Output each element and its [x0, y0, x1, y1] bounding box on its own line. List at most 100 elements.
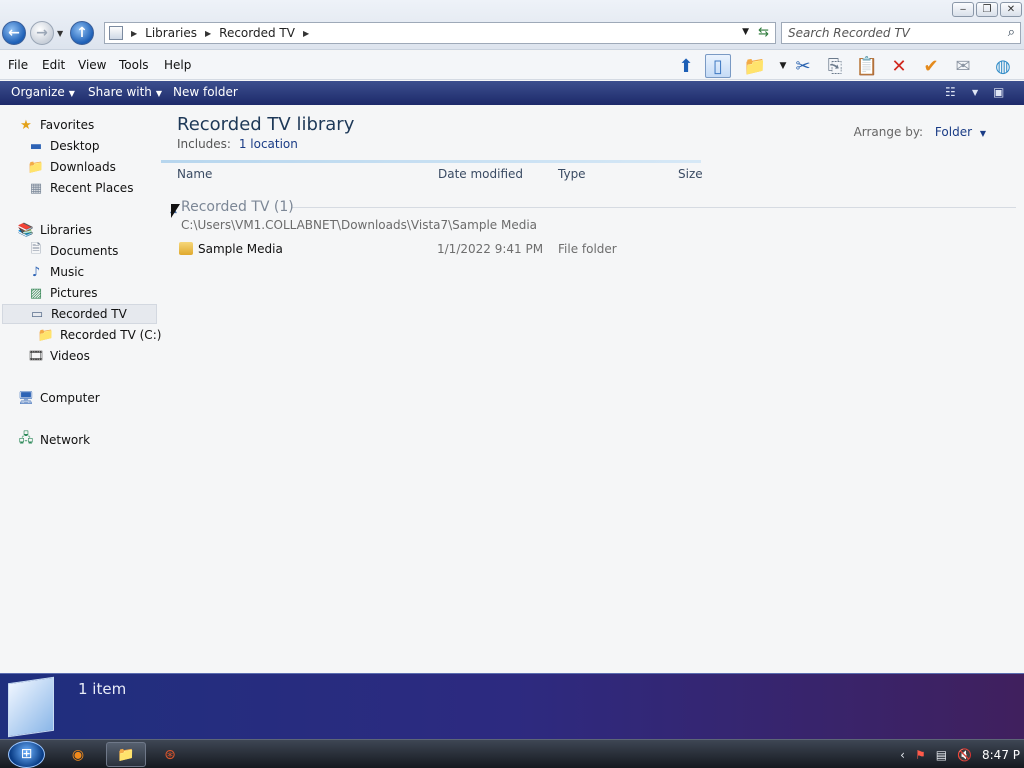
breadcrumb-libraries[interactable]: Libraries	[145, 26, 197, 40]
system-tray: ‹ ⚑ ▤ 🔇 8:47 P	[900, 740, 1024, 768]
nav-music-label: Music	[50, 265, 85, 279]
breadcrumb-separator-icon[interactable]: ▶	[303, 29, 309, 38]
new-folder-button[interactable]: New folder	[173, 85, 238, 99]
menu-edit[interactable]: Edit	[42, 58, 65, 72]
view-dropdown-icon[interactable]: ▼	[972, 88, 978, 97]
recent-places-icon: ▦	[29, 180, 43, 196]
media-player-icon[interactable]: ⊛	[150, 742, 190, 767]
address-bar[interactable]: ▶ Libraries ▶ Recorded TV ▶ ▼ ⇆	[104, 22, 776, 44]
nav-recent-places[interactable]: ▦ Recent Places	[28, 178, 134, 198]
music-icon: ♪	[31, 264, 41, 280]
group-divider	[291, 207, 1016, 208]
search-icon[interactable]: ⌕	[1008, 25, 1015, 40]
column-header-highlight	[161, 160, 701, 163]
organize-button[interactable]: Organize ▼	[11, 85, 75, 99]
share-with-label: Share with	[88, 85, 152, 99]
chevron-down-icon: ▼	[68, 89, 75, 98]
search-input[interactable]: Search Recorded TV ⌕	[781, 22, 1021, 44]
nav-favorites[interactable]: ★ Favorites	[18, 115, 94, 135]
nav-desktop[interactable]: ▬ Desktop	[28, 136, 100, 156]
share-with-button[interactable]: Share with ▼	[88, 85, 162, 99]
recent-pages-dropdown[interactable]: ▼	[57, 29, 63, 38]
nav-videos-label: Videos	[50, 349, 90, 363]
includes-label: Includes:	[177, 137, 231, 151]
properties-folder-icon[interactable]: 📁	[742, 54, 768, 78]
forward-button[interactable]: →	[30, 21, 54, 45]
row-name: Sample Media	[198, 242, 283, 256]
breadcrumb-recorded-tv[interactable]: Recorded TV	[219, 26, 295, 40]
menu-file[interactable]: File	[8, 58, 28, 72]
folder-icon	[179, 242, 193, 255]
library-icon	[109, 26, 123, 40]
copy-icon[interactable]: ⎘	[822, 54, 848, 78]
nav-music[interactable]: ♪ Music	[28, 262, 84, 282]
nav-network-label: Network	[40, 433, 91, 447]
library-large-icon	[8, 676, 54, 738]
menu-view[interactable]: View	[78, 58, 106, 72]
back-button[interactable]: ←	[2, 21, 26, 45]
nav-pictures[interactable]: ▨ Pictures	[28, 283, 98, 303]
group-header[interactable]: Recorded TV (1)	[181, 199, 294, 215]
show-hidden-icons-icon[interactable]: ‹	[900, 748, 905, 762]
group-path: C:\Users\VM1.COLLABNET\Downloads\Vista7\…	[181, 218, 538, 232]
breadcrumb-separator-icon[interactable]: ▶	[131, 29, 137, 38]
arrange-by-dropdown[interactable]: Folder	[935, 125, 972, 139]
preview-pane-icon[interactable]: ▣	[993, 85, 1004, 99]
computer-icon: 🖥	[17, 390, 35, 406]
nav-pictures-label: Pictures	[50, 286, 98, 300]
window-controls: ‒ ❐ ✕	[952, 2, 1022, 17]
refresh-icon[interactable]: ⇆	[758, 25, 769, 40]
nav-desktop-label: Desktop	[50, 139, 100, 153]
column-header-date-modified[interactable]: Date modified	[438, 167, 523, 181]
nav-documents[interactable]: 🗎 Documents	[28, 241, 119, 261]
clock[interactable]: 8:47 P	[982, 748, 1020, 762]
close-button[interactable]: ✕	[1000, 2, 1022, 17]
globe-icon[interactable]: ◍	[990, 54, 1016, 78]
nav-computer[interactable]: 🖥 Computer	[18, 388, 100, 408]
includes-locations-link[interactable]: 1 location	[239, 137, 298, 151]
chevron-down-icon[interactable]: ▼	[980, 129, 986, 138]
up-button[interactable]: ↑	[70, 21, 94, 45]
table-row[interactable]: Sample Media 1/1/2022 9:41 PM File folde…	[177, 239, 677, 259]
column-header-name[interactable]: Name	[177, 167, 212, 181]
cut-icon[interactable]: ✂	[790, 54, 816, 78]
breadcrumb-separator-icon[interactable]: ▶	[205, 29, 211, 38]
libraries-icon: 📚	[17, 222, 35, 238]
change-view-icon[interactable]: ☷	[945, 85, 956, 99]
network-icon: 🖧	[18, 431, 34, 446]
menu-help[interactable]: Help	[164, 58, 191, 72]
address-dropdown-icon[interactable]: ▼	[742, 27, 749, 37]
row-date-modified: 1/1/2022 9:41 PM	[437, 242, 544, 256]
column-header-type[interactable]: Type	[558, 167, 586, 181]
menu-tools[interactable]: Tools	[119, 58, 149, 72]
folder-icon: 📁	[37, 327, 55, 343]
details-pane: 1 item	[0, 673, 1024, 739]
nav-videos[interactable]: 🎞 Videos	[28, 346, 90, 366]
folders-pane-icon[interactable]: ▯	[705, 54, 731, 78]
volume-muted-icon[interactable]: 🔇	[957, 748, 972, 762]
network-tray-icon[interactable]: ▤	[936, 748, 947, 762]
nav-downloads[interactable]: 📁 Downloads	[28, 157, 116, 177]
minimize-button[interactable]: ‒	[952, 2, 974, 17]
nav-favorites-label: Favorites	[40, 118, 95, 132]
paste-icon[interactable]: 📋	[854, 54, 880, 78]
explorer-taskbar-button[interactable]: 📁	[106, 742, 146, 767]
nav-libraries-label: Libraries	[40, 223, 92, 237]
maximize-button[interactable]: ❐	[976, 2, 998, 17]
email-icon[interactable]: ✉	[950, 54, 976, 78]
column-header-size[interactable]: Size	[678, 167, 703, 181]
chevron-down-icon: ▼	[155, 89, 163, 98]
nav-recorded-tv[interactable]: ▭ Recorded TV	[2, 304, 157, 324]
start-button[interactable]: ⊞	[8, 741, 45, 768]
action-center-flag-icon[interactable]: ⚑	[915, 748, 926, 762]
firefox-icon[interactable]: ◉	[58, 742, 98, 767]
nav-libraries[interactable]: 📚 Libraries	[18, 220, 92, 240]
library-includes: Includes: 1 location	[177, 137, 298, 151]
nav-network[interactable]: 🖧 Network	[18, 430, 90, 450]
up-folder-icon[interactable]: ⬆	[673, 54, 699, 78]
nav-recorded-tv-c[interactable]: 📁 Recorded TV (C:)	[37, 325, 162, 345]
arrange-by-label: Arrange by:	[853, 125, 924, 139]
nav-documents-label: Documents	[50, 244, 119, 258]
check-icon[interactable]: ✔	[918, 54, 944, 78]
delete-icon[interactable]: ✕	[886, 54, 912, 78]
